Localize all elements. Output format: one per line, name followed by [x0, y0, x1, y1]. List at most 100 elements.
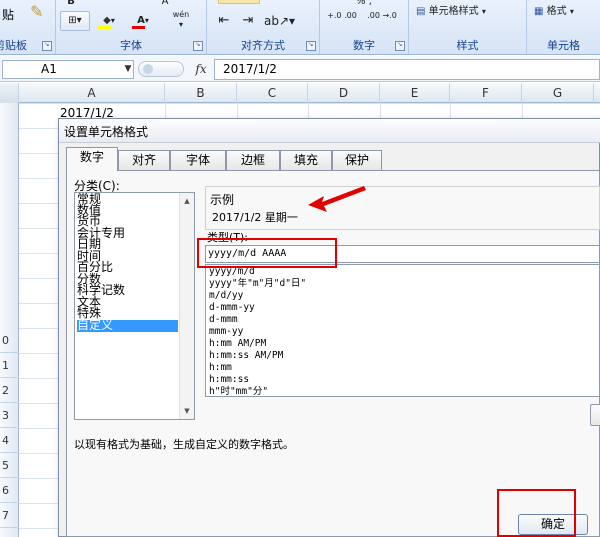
splitter-knob-icon: [143, 64, 153, 74]
column-header-c[interactable]: C: [237, 83, 308, 103]
tab-number[interactable]: 数字: [66, 147, 118, 171]
alignment-launcher-icon[interactable]: ↘: [306, 41, 316, 51]
row-header-11[interactable]: 1: [0, 353, 19, 378]
alignment-group: ⇤ ⇥ ab↗▾ 对齐方式 ↘: [207, 0, 320, 54]
font-color-swatch: [132, 26, 145, 29]
clipboard-launcher-icon[interactable]: ↘: [42, 41, 52, 51]
sample-value: 2017/1/2 星期一: [212, 211, 298, 224]
paste-button-label[interactable]: 贴: [2, 6, 14, 23]
format-painter-icon[interactable]: ✎: [30, 2, 43, 21]
alignment-group-label: 对齐方式: [241, 39, 285, 52]
format-item[interactable]: d-mmm: [209, 314, 238, 326]
annotation-arrow-icon: [308, 186, 366, 212]
dialog-title: 设置单元格格式: [64, 125, 149, 139]
fill-color-swatch: [98, 26, 111, 29]
format-item[interactable]: yyyy"年"m"月"d"日": [209, 278, 306, 290]
orientation-icon: ab↗▾: [264, 14, 296, 28]
format-item[interactable]: d-mmm-yy: [209, 302, 255, 314]
format-item[interactable]: m/d/yy: [209, 290, 243, 302]
fill-bucket-icon: ◆: [103, 15, 111, 26]
font-color-chevron-down-icon: ▾: [144, 16, 149, 25]
number-group: % , +.0 .00 .00 →.0 数字 ↘: [320, 0, 409, 54]
orientation-button[interactable]: ab↗▾: [263, 11, 296, 31]
formula-input[interactable]: 2017/1/2: [214, 59, 600, 80]
styles-group-label: 样式: [456, 39, 479, 52]
column-header-d[interactable]: D: [308, 83, 380, 103]
format-item[interactable]: mmm-yy: [209, 326, 243, 338]
format-item[interactable]: h:mm AM/PM: [209, 338, 266, 350]
format-label: 格式: [546, 6, 567, 17]
tab-font[interactable]: 字体: [170, 150, 226, 170]
format-button[interactable]: ▦ 格式 ▾: [533, 2, 597, 22]
phonetic-button[interactable]: wén ▾: [164, 9, 198, 29]
formula-bar-splitter[interactable]: [138, 61, 184, 77]
borders-icon: ⊞▾: [68, 15, 82, 26]
delete-button[interactable]: [590, 404, 600, 426]
font-launcher-icon[interactable]: ↘: [193, 41, 203, 51]
font-color-button[interactable]: A ▾: [128, 11, 158, 31]
font-group-label: 字体: [120, 39, 142, 52]
decrease-indent-icon: ⇤: [218, 13, 230, 28]
format-item[interactable]: h:mm: [209, 362, 232, 374]
column-header-bar: A B C D E F G: [0, 83, 600, 103]
insert-function-button[interactable]: fx: [192, 59, 210, 79]
comma-label: ,: [368, 0, 372, 7]
format-item[interactable]: h:mm:ss: [209, 374, 249, 386]
format-icon: ▦: [534, 6, 544, 17]
annotation-ok-highlight-box: [497, 489, 576, 537]
increase-decimal-button[interactable]: +.0 .00: [324, 10, 360, 30]
font-group: B A ⊞▾ ◆ ▾ A ▾ wén ▾ 字体 ↘: [56, 0, 207, 54]
font-color-letter: A: [137, 15, 145, 26]
category-list[interactable]: 常规 数值 货币 会计专用 日期 时间 百分比 分数 科学记数 文本 特殊 自定…: [74, 192, 195, 420]
fill-chevron-down-icon: ▾: [110, 16, 115, 25]
tab-protection[interactable]: 保护: [332, 150, 382, 170]
decrease-indent-button[interactable]: ⇤: [213, 11, 235, 31]
increase-indent-icon: ⇥: [242, 13, 254, 28]
number-launcher-icon[interactable]: ↘: [395, 41, 405, 51]
row-header-13[interactable]: 3: [0, 403, 19, 428]
format-item[interactable]: h"时"mm"分": [209, 386, 268, 396]
row-header-17[interactable]: 7: [0, 503, 19, 528]
select-all-corner[interactable]: [0, 83, 19, 103]
tab-fill[interactable]: 填充: [280, 150, 332, 170]
borders-button[interactable]: ⊞▾: [60, 11, 90, 31]
row-header-12[interactable]: 2: [0, 378, 19, 403]
decrease-decimal-button[interactable]: .00 →.0: [364, 10, 400, 30]
column-header-e[interactable]: E: [380, 83, 450, 103]
percent-label: %: [356, 0, 366, 7]
scroll-down-icon[interactable]: ▼: [181, 405, 193, 417]
format-list[interactable]: yyyy/m/d yyyy"年"m"月"d"日" m/d/yy d-mmm-yy…: [205, 264, 600, 397]
custom-format-description: 以现有格式为基础，生成自定义的数字格式。: [74, 438, 294, 451]
increase-indent-button[interactable]: ⇥: [237, 11, 259, 31]
cell-styles-icon: ▤: [416, 6, 426, 17]
row-header-16[interactable]: 6: [0, 478, 19, 503]
column-header-f[interactable]: F: [450, 83, 522, 103]
category-item-custom[interactable]: 自定义: [77, 319, 178, 332]
cells-group-label: 单元格: [547, 39, 580, 52]
wrap-highlight: [218, 0, 260, 4]
tab-border[interactable]: 边框: [226, 150, 280, 170]
increase-decimal-label: +.0 .00: [327, 11, 357, 20]
row-header-14[interactable]: 4: [0, 428, 19, 453]
column-header-a[interactable]: A: [19, 83, 165, 103]
ribbon: 贴 ✎ 剪贴板 ↘ B A ⊞▾ ◆▾ A▾ wén▾ 字体 ↘ ⇤ ⇥ ab↗…: [0, 0, 600, 55]
tab-alignment[interactable]: 对齐: [118, 150, 170, 170]
styles-group: ▤ 单元格样式 ▾ 样式: [409, 0, 527, 54]
scroll-up-icon[interactable]: ▲: [181, 195, 193, 207]
cell-styles-button[interactable]: ▤ 单元格样式 ▾: [415, 2, 521, 22]
row-header-15[interactable]: 5: [0, 453, 19, 478]
format-item[interactable]: h:mm:ss AM/PM: [209, 350, 283, 362]
sample-label: 示例: [210, 193, 235, 207]
column-header-b[interactable]: B: [165, 83, 237, 103]
phonetic-label: wén: [172, 10, 190, 19]
decrease-decimal-label: .00 →.0: [367, 11, 397, 20]
name-box-chevron-down-icon[interactable]: ▼: [122, 60, 134, 79]
name-box[interactable]: A1: [2, 60, 134, 79]
row-header-10[interactable]: 0: [0, 328, 19, 353]
category-scrollbar[interactable]: ▲ ▼: [179, 193, 194, 419]
clipboard-group: 贴 ✎ 剪贴板 ↘: [0, 0, 56, 54]
fill-color-button[interactable]: ◆ ▾: [94, 11, 124, 31]
phonetic-chevron-down-icon: ▾: [178, 20, 183, 29]
cell-styles-label: 单元格样式: [428, 6, 479, 17]
column-header-g[interactable]: G: [522, 83, 594, 103]
